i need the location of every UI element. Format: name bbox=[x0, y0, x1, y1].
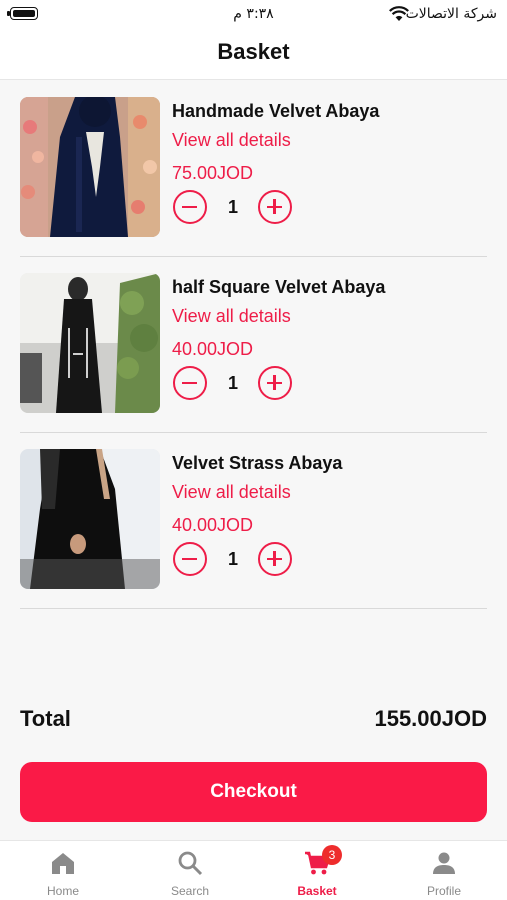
quantity-value: 1 bbox=[227, 197, 238, 217]
tab-label: Basket bbox=[297, 884, 337, 898]
product-price: 75.00JOD bbox=[172, 163, 254, 183]
quantity-value: 1 bbox=[227, 549, 238, 569]
product-price: 40.00JOD bbox=[172, 339, 254, 359]
total-value: 155.00JOD bbox=[374, 706, 487, 731]
cart-item: half Square Velvet Abaya View all detail… bbox=[0, 257, 507, 433]
product-name: half Square Velvet Abaya bbox=[172, 277, 386, 297]
view-details-link[interactable]: View all details bbox=[172, 306, 291, 327]
minus-icon bbox=[182, 205, 197, 208]
product-image[interactable] bbox=[20, 449, 160, 589]
tab-search[interactable]: Search bbox=[127, 841, 253, 900]
increase-quantity-button[interactable] bbox=[258, 542, 292, 576]
cart-count-badge: 3 bbox=[322, 845, 342, 865]
product-name: Handmade Velvet Abaya bbox=[172, 101, 380, 121]
cart-item: Handmade Velvet Abaya View all details 7… bbox=[0, 81, 507, 257]
product-image[interactable] bbox=[20, 273, 160, 413]
tab-label: Search bbox=[170, 884, 210, 898]
tab-bar: Home Search 3 Basket Profile bbox=[0, 840, 507, 900]
carrier-name: شركة الاتصالات bbox=[405, 6, 497, 22]
product-price: 40.00JOD bbox=[172, 515, 254, 535]
tab-label: Profile bbox=[426, 884, 461, 898]
view-details-link[interactable]: View all details bbox=[172, 482, 291, 503]
search-icon bbox=[178, 851, 203, 876]
cart-item: Velvet Strass Abaya View all details 40.… bbox=[0, 433, 507, 609]
increase-quantity-button[interactable] bbox=[258, 366, 292, 400]
tab-home[interactable]: Home bbox=[0, 841, 126, 900]
divider bbox=[20, 608, 487, 609]
decrease-quantity-button[interactable] bbox=[173, 190, 207, 224]
person-icon bbox=[433, 852, 455, 874]
view-details-link[interactable]: View all details bbox=[172, 130, 291, 151]
decrease-quantity-button[interactable] bbox=[173, 366, 207, 400]
minus-icon bbox=[182, 381, 197, 384]
minus-icon bbox=[182, 557, 197, 560]
product-image[interactable] bbox=[20, 97, 160, 237]
tab-basket[interactable]: 3 Basket bbox=[254, 841, 380, 900]
tab-profile[interactable]: Profile bbox=[381, 841, 507, 900]
tab-label: Home bbox=[46, 884, 79, 898]
home-icon bbox=[52, 853, 74, 874]
product-name: Velvet Strass Abaya bbox=[172, 453, 343, 473]
page-title: Basket bbox=[217, 39, 290, 64]
status-bar: ٣:٣٨ م شركة الاتصالات bbox=[0, 0, 507, 30]
increase-quantity-button[interactable] bbox=[258, 190, 292, 224]
decrease-quantity-button[interactable] bbox=[173, 542, 207, 576]
checkout-button[interactable]: Checkout bbox=[20, 762, 487, 822]
quantity-value: 1 bbox=[227, 373, 238, 393]
total-label: Total bbox=[20, 706, 71, 731]
header: Basket bbox=[0, 30, 507, 80]
